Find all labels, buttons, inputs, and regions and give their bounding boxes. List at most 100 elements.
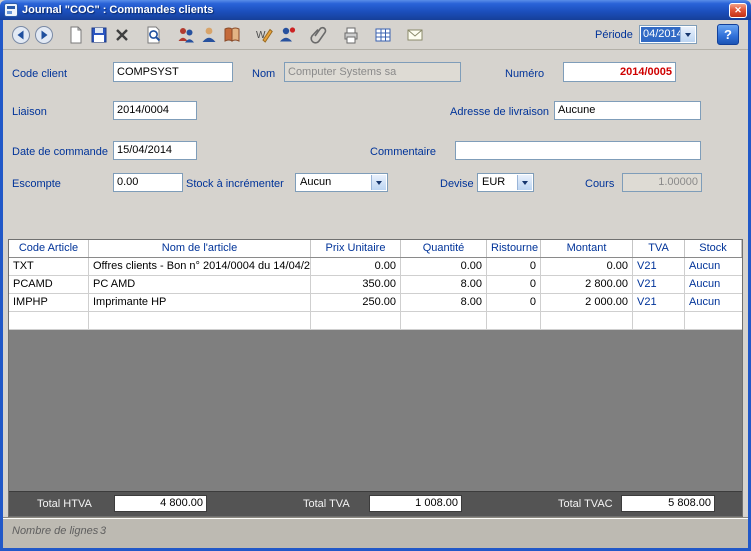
cell-ristourne[interactable]: 0: [487, 294, 541, 311]
cell-montant[interactable]: [541, 312, 633, 329]
periode-label: Période: [595, 29, 633, 41]
cell-tva[interactable]: V21: [633, 276, 685, 293]
cell-montant[interactable]: 0.00: [541, 258, 633, 275]
cell-nom-article[interactable]: PC AMD: [89, 276, 311, 293]
cell-quantite[interactable]: 8.00: [401, 276, 487, 293]
cours-label: Cours: [585, 178, 614, 190]
customer-note-icon[interactable]: [275, 23, 298, 46]
forward-icon[interactable]: [32, 23, 55, 46]
header-quantite: Quantité: [401, 240, 487, 257]
table-row: TXT Offres clients - Bon n° 2014/0004 du…: [9, 258, 742, 276]
total-tvac-field[interactable]: 5 808.00: [621, 495, 715, 512]
back-icon[interactable]: [9, 23, 32, 46]
devise-select[interactable]: EUR: [477, 173, 534, 192]
date-commande-label: Date de commande: [12, 146, 108, 158]
cell-prix-unitaire[interactable]: 350.00: [311, 276, 401, 293]
grid-empty-area: [9, 330, 742, 491]
stock-incrementer-value: Aucun: [297, 175, 371, 190]
periode-dropdown-button[interactable]: [680, 27, 695, 42]
stock-incrementer-label: Stock à incrémenter: [186, 178, 284, 190]
chevron-down-icon: [522, 181, 528, 185]
adresse-livraison-field[interactable]: Aucune: [554, 101, 701, 120]
total-htva-label: Total HTVA: [37, 498, 92, 510]
chevron-down-icon: [685, 33, 691, 37]
totals-bar: Total HTVA 4 800.00 Total TVA 1 008.00 T…: [9, 491, 742, 516]
header-nom-article: Nom de l'article: [89, 240, 311, 257]
window-body: W Période 04/2014 ? Code client COMPSYST…: [0, 20, 751, 551]
devise-value: EUR: [479, 175, 517, 190]
cell-prix-unitaire[interactable]: 250.00: [311, 294, 401, 311]
periode-combobox[interactable]: 04/2014: [639, 25, 697, 44]
table-row: [9, 312, 742, 330]
cell-montant[interactable]: 2 000.00: [541, 294, 633, 311]
customers-icon[interactable]: [174, 23, 197, 46]
cell-tva[interactable]: V21: [633, 258, 685, 275]
total-tva-field[interactable]: 1 008.00: [369, 495, 462, 512]
numero-field[interactable]: 2014/0005: [563, 62, 676, 82]
header-montant: Montant: [541, 240, 633, 257]
cell-ristourne[interactable]: 0: [487, 276, 541, 293]
attachment-icon[interactable]: [307, 23, 330, 46]
title-bar: Journal "COC" : Commandes clients ✕: [0, 0, 751, 20]
commentaire-field[interactable]: [455, 141, 701, 160]
cell-code-article[interactable]: TXT: [9, 258, 89, 275]
cell-code-article[interactable]: IMPHP: [9, 294, 89, 311]
cell-code-article[interactable]: PCAMD: [9, 276, 89, 293]
cell-stock[interactable]: Aucun: [685, 294, 742, 311]
cours-field: 1.00000: [622, 173, 702, 192]
cell-prix-unitaire[interactable]: 0.00: [311, 258, 401, 275]
send-mail-icon[interactable]: [403, 23, 426, 46]
cell-ristourne[interactable]: 0: [487, 258, 541, 275]
cell-tva[interactable]: [633, 312, 685, 329]
close-button[interactable]: ✕: [729, 3, 747, 18]
cell-stock[interactable]: Aucun: [685, 258, 742, 275]
code-client-label: Code client: [12, 68, 67, 80]
customer-icon[interactable]: [197, 23, 220, 46]
ledger-icon[interactable]: [220, 23, 243, 46]
signature-icon[interactable]: W: [252, 23, 275, 46]
cell-quantite[interactable]: 0.00: [401, 258, 487, 275]
app-window: Journal "COC" : Commandes clients ✕ W: [0, 0, 751, 551]
cell-ristourne[interactable]: [487, 312, 541, 329]
stock-incrementer-select[interactable]: Aucun: [295, 173, 388, 192]
line-count-label: Nombre de lignes: [12, 525, 98, 537]
cell-code-article[interactable]: [9, 312, 89, 329]
cell-quantite[interactable]: 8.00: [401, 294, 487, 311]
chevron-down-icon: [376, 181, 382, 185]
total-htva-field[interactable]: 4 800.00: [114, 495, 207, 512]
batch-grid-icon[interactable]: [371, 23, 394, 46]
cell-tva[interactable]: V21: [633, 294, 685, 311]
devise-label: Devise: [440, 178, 474, 190]
articles-grid: Code Article Nom de l'article Prix Unita…: [8, 239, 743, 517]
help-button[interactable]: ?: [717, 24, 739, 45]
print-icon[interactable]: [339, 23, 362, 46]
cell-quantite[interactable]: [401, 312, 487, 329]
line-count-value: 3: [100, 525, 106, 537]
window-title: Journal "COC" : Commandes clients: [22, 4, 729, 16]
table-row: PCAMD PC AMD 350.00 8.00 0 2 800.00 V21 …: [9, 276, 742, 294]
status-bar: Nombre de lignes 3: [3, 517, 748, 548]
escompte-field[interactable]: 0.00: [113, 173, 183, 192]
nom-label: Nom: [252, 68, 275, 80]
delete-icon[interactable]: [110, 23, 133, 46]
cell-nom-article[interactable]: Offres clients - Bon n° 2014/0004 du 14/…: [89, 258, 311, 275]
numero-label: Numéro: [505, 68, 544, 80]
total-tvac-label: Total TVAC: [558, 498, 613, 510]
nom-field: Computer Systems sa: [284, 62, 461, 82]
devise-dropdown-button[interactable]: [517, 175, 532, 190]
liaison-field[interactable]: 2014/0004: [113, 101, 197, 120]
cell-stock[interactable]: [685, 312, 742, 329]
date-commande-field[interactable]: 15/04/2014: [113, 141, 197, 160]
cell-montant[interactable]: 2 800.00: [541, 276, 633, 293]
header-stock: Stock: [685, 240, 742, 257]
cell-nom-article[interactable]: Imprimante HP: [89, 294, 311, 311]
code-client-field[interactable]: COMPSYST: [113, 62, 233, 82]
save-icon[interactable]: [87, 23, 110, 46]
cell-stock[interactable]: Aucun: [685, 276, 742, 293]
new-document-icon[interactable]: [64, 23, 87, 46]
stock-dropdown-button[interactable]: [371, 175, 386, 190]
header-prix-unitaire: Prix Unitaire: [311, 240, 401, 257]
search-icon[interactable]: [142, 23, 165, 46]
cell-prix-unitaire[interactable]: [311, 312, 401, 329]
cell-nom-article[interactable]: [89, 312, 311, 329]
